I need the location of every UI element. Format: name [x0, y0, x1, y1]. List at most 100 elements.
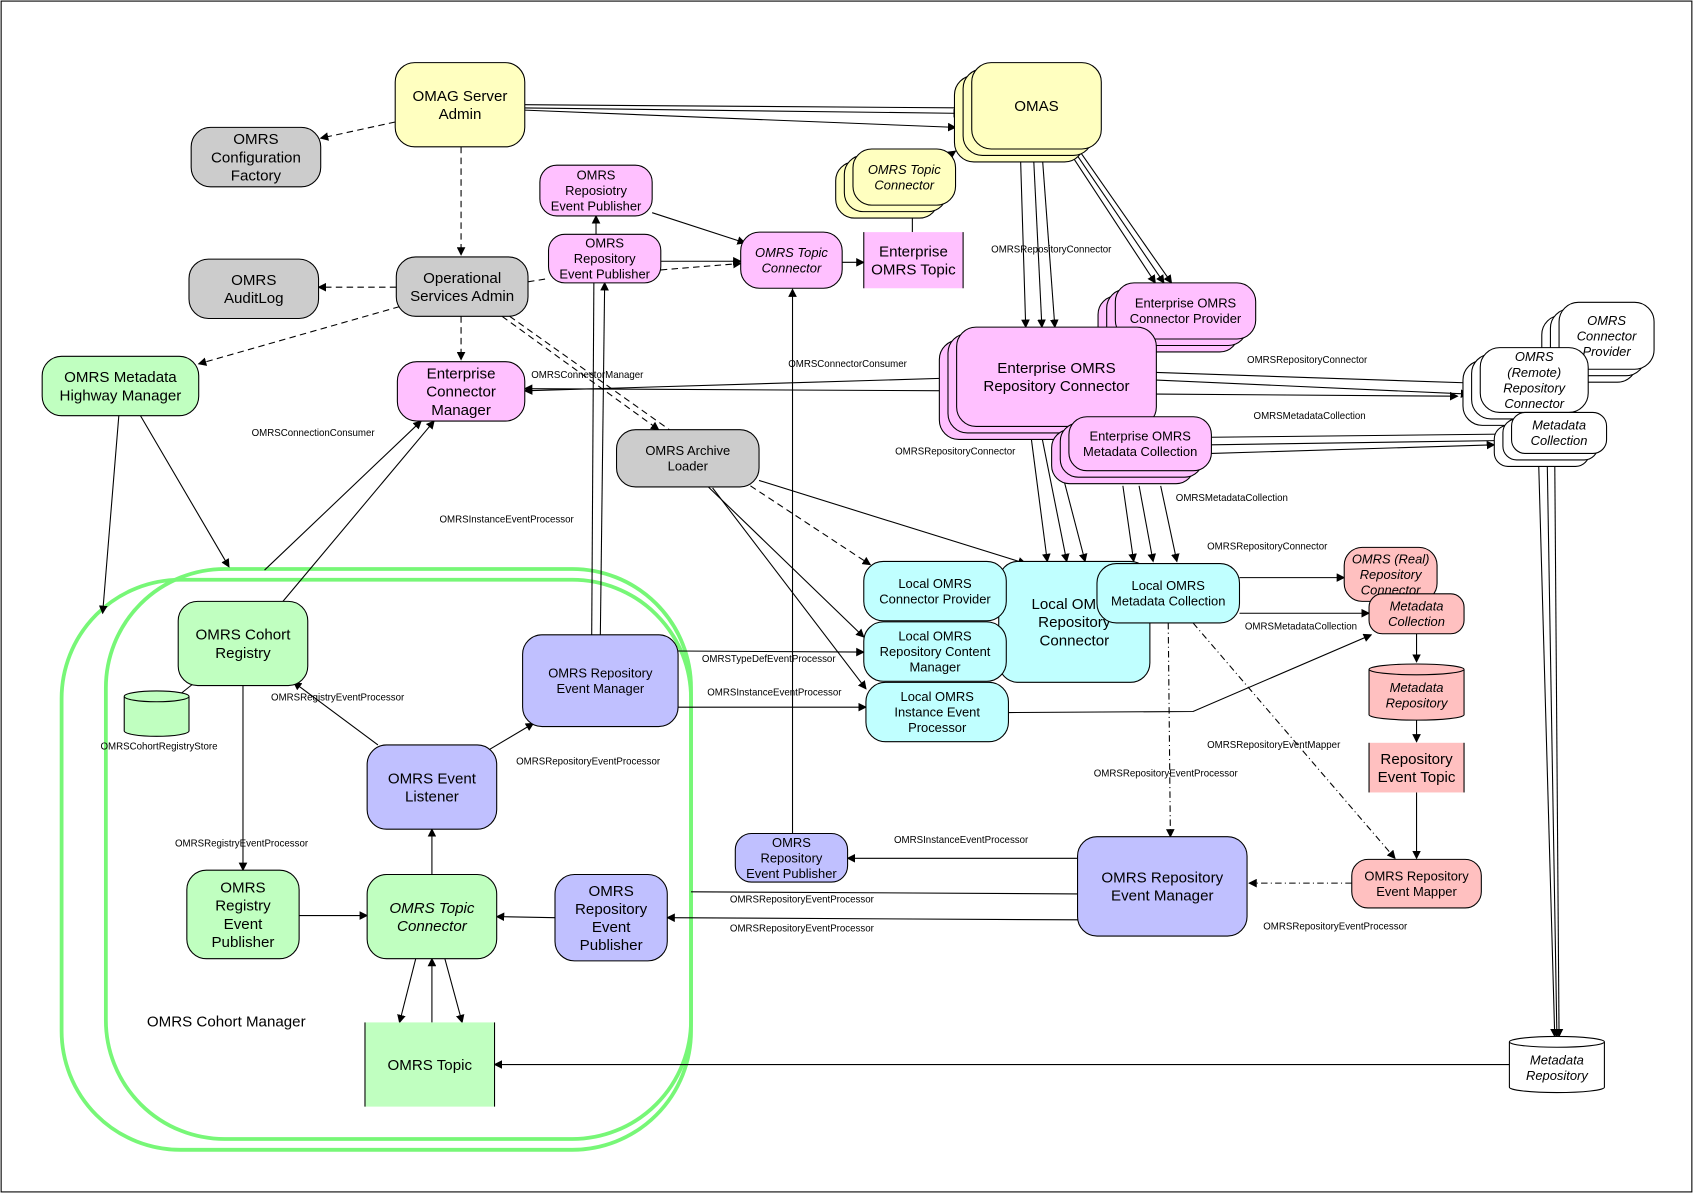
edge-label: OMRSRepositoryEventMapper	[1207, 740, 1341, 751]
node-label: OMAG Server	[413, 88, 508, 105]
node-label: OMRS Topic	[755, 245, 828, 260]
omas[interactable]: OMAS	[953, 62, 1102, 163]
node-label: Services Admin	[410, 288, 514, 305]
node-label: Event Mapper	[1376, 884, 1457, 899]
omrs-topic[interactable]: OMRS Topic	[364, 1022, 496, 1107]
node-label: Repository	[1386, 696, 1449, 711]
operational-services-admin[interactable]: OperationalServices Admin	[395, 256, 529, 317]
node-label: OMRS	[588, 883, 633, 900]
omag-server-admin[interactable]: OMAG ServerAdmin	[394, 62, 526, 148]
node-label: Operational	[423, 270, 501, 287]
node-label: Enterprise OMRS	[1089, 428, 1191, 443]
edge-label: OMRSRepositoryEventProcessor	[1263, 922, 1408, 933]
node-label: OMRS Topic	[389, 900, 475, 917]
node-label: Reposiotry	[565, 183, 627, 198]
node-label: OMAS	[1014, 98, 1059, 115]
node-label: Connector	[426, 384, 496, 401]
node-label: Collection	[1531, 433, 1588, 448]
omrs-reposiotry-event-publisher[interactable]: OMRSReposiotryEvent Publisher	[539, 164, 653, 217]
metadata-collection-real[interactable]: MetadataCollection	[1368, 593, 1465, 635]
edge-label: OMRSTypeDefEventProcessor	[702, 654, 837, 665]
omrs-repository-event-manager-cohort[interactable]: OMRS RepositoryEvent Manager	[522, 634, 679, 728]
edge-label: OMRSRepositoryConnector	[1207, 542, 1328, 553]
node-label: Repository	[761, 850, 823, 865]
omrs-topic-connector-enterprise[interactable]: OMRS TopicConnector	[740, 231, 843, 289]
node-label: Loader	[668, 459, 709, 474]
node-label: Connector	[1577, 328, 1637, 343]
edge-label: OMRSRepositoryConnector	[991, 245, 1112, 256]
node-label: Event Publisher	[559, 267, 650, 282]
omrs-repository-event-mapper[interactable]: OMRS RepositoryEvent Mapper	[1351, 858, 1482, 909]
node-label: (Remote)	[1507, 365, 1561, 380]
node-label: OMRS Repository	[548, 665, 653, 680]
omrs-event-listener[interactable]: OMRS EventListener	[366, 744, 498, 830]
node-label: Metadata	[1390, 680, 1444, 695]
node-label: Registry	[215, 645, 271, 662]
node-label: Repository Content	[880, 644, 991, 659]
node-label: OMRS	[1587, 313, 1626, 328]
omrs-topic-connector-omas[interactable]: OMRS TopicConnector	[835, 148, 957, 219]
node-label: OMRS Archive	[645, 443, 730, 458]
node-label: AuditLog	[224, 290, 284, 307]
node-label: OMRS Cohort	[196, 627, 292, 644]
edge-label: OMRSMetadataCollection	[1254, 411, 1366, 422]
omrs-repository-event-manager-local[interactable]: OMRS RepositoryEvent Manager	[1077, 836, 1248, 937]
node-label: Event Topic	[1378, 769, 1456, 786]
node-label: OMRS (Real)	[1352, 551, 1430, 566]
omrs-archive-loader[interactable]: OMRS ArchiveLoader	[615, 429, 760, 488]
node-label: Metadata Collection	[1111, 594, 1225, 609]
local-omrs-connector-provider[interactable]: Local OMRSConnector Provider	[863, 560, 1007, 622]
omrs-metadata-highway-manager[interactable]: OMRS MetadataHighway Manager	[41, 355, 200, 417]
node-label: Collection	[1388, 614, 1445, 629]
enterprise-omrs-metadata-collection[interactable]: Enterprise OMRSMetadata Collection	[1051, 416, 1212, 485]
node-label: Repository	[1360, 567, 1423, 582]
edge-label: OMRSConnectorConsumer	[788, 359, 907, 370]
omrs-topic-connector-cohort[interactable]: OMRS TopicConnector	[366, 873, 498, 960]
metadata-repository-remote[interactable]: MetadataRepository	[1508, 1035, 1605, 1094]
node-label: Admin	[439, 106, 482, 123]
omrs-registry-event-publisher[interactable]: OMRSRegistryEventPublisher	[186, 869, 300, 960]
node-label: Local OMRS	[898, 629, 972, 644]
node-label: Processor	[908, 720, 967, 735]
node-label: Enterprise OMRS	[1135, 296, 1237, 311]
local-omrs-metadata-collection[interactable]: Local OMRSMetadata Collection	[1096, 563, 1241, 624]
repository-event-topic[interactable]: RepositoryEvent Topic	[1368, 742, 1465, 793]
node-label: OMRS	[233, 131, 278, 148]
edge-label: OMRSRegistryEventProcessor	[175, 838, 309, 849]
node-label: OMRS Event	[388, 770, 477, 787]
node-label: Provider	[1582, 344, 1631, 359]
local-omrs-instance-event-processor[interactable]: Local OMRSInstance EventProcessor	[865, 681, 1009, 743]
enterprise-connector-manager[interactable]: EnterpriseConnectorManager	[396, 361, 526, 422]
node-label: Connector	[762, 261, 822, 276]
node-label: Metadata	[1390, 599, 1444, 614]
omrs-cohort-registry-store[interactable]	[123, 690, 190, 737]
omrs-cohort-registry[interactable]: OMRS CohortRegistry	[177, 600, 309, 687]
local-omrs-repository-content-manager[interactable]: Local OMRSRepository ContentManager	[863, 621, 1007, 682]
metadata-repository-real[interactable]: MetadataRepository	[1368, 663, 1465, 721]
edge-label: OMRSMetadataCollection	[1176, 493, 1288, 504]
node-label: Repository	[1503, 380, 1566, 395]
node-label: Publisher	[211, 934, 274, 951]
node-label: OMRS Topic	[871, 262, 956, 279]
node-label: Repository	[1380, 751, 1453, 768]
enterprise-omrs-topic[interactable]: Enterprise OMRS Topic	[863, 232, 964, 289]
edge-label: OMRSInstanceEventProcessor	[707, 687, 842, 698]
node-label: Configuration	[211, 149, 301, 166]
node-label: Connector	[874, 177, 934, 192]
node-label: Event	[224, 916, 263, 933]
omrs-configuration-factory[interactable]: OMRSConfiguration Factory	[190, 126, 322, 188]
omrs-repository-event-publisher-enterprise[interactable]: OMRSRepositoryEvent Publisher	[547, 233, 662, 284]
edge-label: OMRSCohortRegistryStore	[100, 741, 217, 752]
omrs-repository-event-publisher-local[interactable]: OMRSRepositoryEvent Publisher	[734, 832, 849, 883]
cohort-manager-label: OMRS Cohort Manager	[147, 1014, 306, 1031]
node-label: Event Manager	[556, 681, 644, 696]
node-label: Highway Manager	[60, 387, 182, 404]
node-label: Repository	[1038, 614, 1111, 631]
omrs-auditlog[interactable]: OMRSAuditLog	[188, 258, 320, 320]
omrs-repository-event-publisher-cohort[interactable]: OMRSRepositoryEventPublisher	[554, 873, 668, 962]
edge-label: OMRSRepositoryConnector	[1247, 355, 1368, 366]
node-label: Metadata	[1530, 1053, 1584, 1068]
edge-label: OMRSRepositoryEventProcessor	[730, 895, 875, 906]
metadata-collection-remote[interactable]: MetadataCollection	[1493, 411, 1608, 467]
edge-label: OMRSConnectionConsumer	[252, 428, 376, 439]
